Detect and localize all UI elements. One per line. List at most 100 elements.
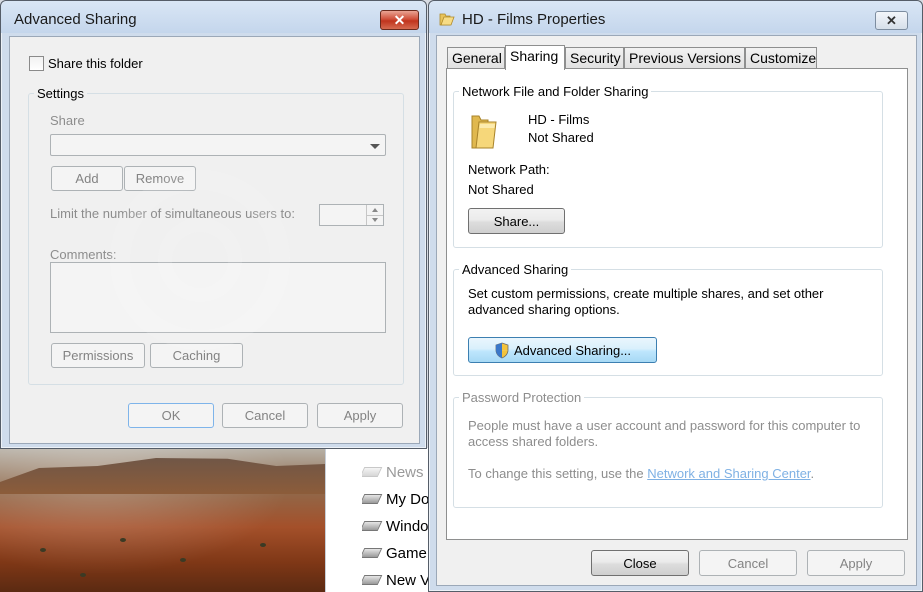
dialog-title: HD - Films Properties xyxy=(462,11,606,28)
cancel-button[interactable]: Cancel xyxy=(222,403,308,428)
dialog-body: General Sharing Security Previous Versio… xyxy=(436,35,917,586)
network-sharing-center-link[interactable]: Network and Sharing Center xyxy=(647,466,810,481)
password-change-suffix: . xyxy=(810,466,815,481)
cancel-button-label: Cancel xyxy=(244,408,286,423)
close-dialog-button[interactable]: Close xyxy=(591,550,689,576)
caching-button-label: Caching xyxy=(172,348,221,363)
wallpaper-shrub xyxy=(120,538,126,542)
apply-button-label: Apply xyxy=(343,408,377,423)
drive-icon xyxy=(362,467,383,477)
tab-label: Sharing xyxy=(510,48,559,64)
permissions-button[interactable]: Permissions xyxy=(51,343,145,368)
share-name-label: Share xyxy=(50,113,85,128)
explorer-item[interactable]: Game xyxy=(362,543,429,563)
arrow-down-icon xyxy=(372,217,378,222)
close-icon: ✕ xyxy=(393,12,406,28)
explorer-item[interactable]: New V xyxy=(362,570,429,590)
close-button-label: Close xyxy=(623,555,657,571)
folder-name: HD - Films xyxy=(528,112,590,127)
wallpaper-shrub xyxy=(260,543,266,547)
network-sharing-group: Network File and Folder Sharing HD - Fil… xyxy=(453,84,883,248)
apply-button[interactable]: Apply xyxy=(807,550,905,576)
tab-label: Customize xyxy=(750,50,817,66)
explorer-item[interactable]: Windo xyxy=(362,516,429,536)
explorer-item-label: News xyxy=(386,463,424,481)
drive-icon xyxy=(362,521,383,531)
advanced-sharing-button-label: Advanced Sharing... xyxy=(513,342,632,358)
caching-button[interactable]: Caching xyxy=(150,343,243,368)
settings-group-title: Settings xyxy=(34,86,87,101)
explorer-item-label: New V xyxy=(386,571,429,589)
close-button[interactable]: ✕ xyxy=(875,11,908,30)
limit-users-label: Limit the number of simultaneous users t… xyxy=(50,206,295,221)
password-change-prefix: To change this setting, use the xyxy=(468,466,648,481)
password-protection-group-title: Password Protection xyxy=(459,390,585,405)
sharing-tab-panel: Network File and Folder Sharing HD - Fil… xyxy=(446,68,908,540)
desktop-wallpaper xyxy=(0,448,325,592)
network-path-label: Network Path: xyxy=(468,162,550,177)
folder-icon xyxy=(439,13,455,26)
network-sharing-group-title: Network File and Folder Sharing xyxy=(459,84,652,99)
uac-shield-icon xyxy=(495,342,509,358)
share-button[interactable]: Share... xyxy=(468,208,565,234)
explorer-item-label: Windo xyxy=(386,517,429,535)
ok-button[interactable]: OK xyxy=(128,403,214,428)
spinner-down-button[interactable] xyxy=(366,214,383,225)
explorer-item-label: Game xyxy=(386,544,427,562)
wallpaper-shrub xyxy=(80,573,86,577)
permissions-button-label: Permissions xyxy=(62,348,134,363)
network-path-value: Not Shared xyxy=(468,182,534,197)
cancel-button[interactable]: Cancel xyxy=(699,550,797,576)
dialog-body: Share this folder Settings Share Add Rem… xyxy=(9,36,420,444)
advanced-sharing-dialog: Advanced Sharing ✕ Share this folder Set… xyxy=(0,0,427,449)
advanced-sharing-button[interactable]: Advanced Sharing... xyxy=(468,337,657,363)
share-name-combobox[interactable] xyxy=(50,134,386,156)
folder-icon xyxy=(471,115,497,149)
advanced-sharing-group: Advanced Sharing Set custom permissions,… xyxy=(453,262,883,376)
explorer-item[interactable]: My Do xyxy=(362,489,429,509)
close-button[interactable]: ✕ xyxy=(380,10,419,30)
folder-share-status: Not Shared xyxy=(528,130,594,145)
comments-textarea[interactable] xyxy=(50,262,386,333)
dialog-title: Advanced Sharing xyxy=(14,11,137,28)
tab-general[interactable]: General xyxy=(447,47,505,68)
tab-label: General xyxy=(452,50,502,66)
drive-icon xyxy=(362,575,383,585)
add-button[interactable]: Add xyxy=(51,166,123,191)
tab-customize[interactable]: Customize xyxy=(745,47,817,68)
apply-button-label: Apply xyxy=(839,555,873,571)
settings-group: Settings Share Add Remove Limit the numb… xyxy=(28,86,404,385)
drive-icon xyxy=(362,548,383,558)
apply-button[interactable]: Apply xyxy=(317,403,403,428)
password-protection-group: Password Protection People must have a u… xyxy=(453,390,883,508)
tab-security[interactable]: Security xyxy=(565,47,624,68)
share-folder-label: Share this folder xyxy=(48,56,143,71)
password-protection-description: People must have a user account and pass… xyxy=(468,418,861,449)
explorer-navigation-list: News My Do Windo Game New V xyxy=(325,448,429,592)
advanced-sharing-description: Set custom permissions, create multiple … xyxy=(468,286,824,317)
limit-users-spinner[interactable] xyxy=(319,204,384,226)
title-bar[interactable]: HD - Films Properties ✕ xyxy=(429,1,922,33)
explorer-item[interactable]: News xyxy=(362,462,429,482)
cancel-button-label: Cancel xyxy=(727,555,769,571)
folder-properties-dialog: HD - Films Properties ✕ General Sharing … xyxy=(428,0,923,592)
tab-label: Previous Versions xyxy=(629,50,742,66)
chevron-down-icon xyxy=(370,144,380,149)
tab-sharing[interactable]: Sharing xyxy=(505,45,565,70)
drive-icon xyxy=(362,494,383,504)
tab-previous-versions[interactable]: Previous Versions xyxy=(624,47,745,68)
arrow-up-icon xyxy=(372,208,378,212)
close-icon: ✕ xyxy=(886,13,897,28)
title-bar[interactable]: Advanced Sharing ✕ xyxy=(1,1,426,33)
password-change-hint: To change this setting, use the Network … xyxy=(468,466,814,481)
remove-button-label: Remove xyxy=(135,171,185,186)
share-folder-checkbox[interactable] xyxy=(29,56,44,71)
wallpaper-shrub xyxy=(40,548,46,552)
ok-button-label: OK xyxy=(161,408,181,423)
tab-label: Security xyxy=(570,50,621,66)
explorer-item-label: My Do xyxy=(386,490,429,508)
comments-label: Comments: xyxy=(50,247,117,262)
wallpaper-shrub xyxy=(180,558,186,562)
wallpaper-mesa xyxy=(0,458,325,494)
remove-button[interactable]: Remove xyxy=(124,166,196,191)
